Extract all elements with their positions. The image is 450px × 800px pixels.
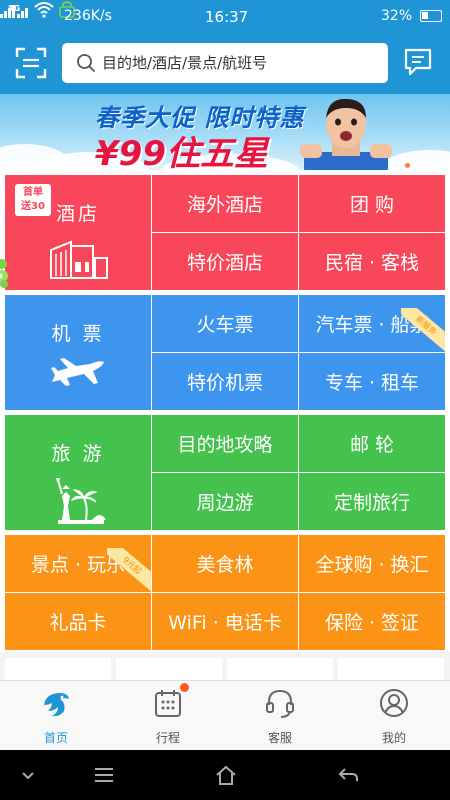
car-rental-tile[interactable]: 专车 · 租车 [299, 353, 445, 410]
calendar-icon [155, 690, 181, 717]
network-2g-label: 2G [8, 4, 21, 13]
menu-icon[interactable] [92, 764, 116, 786]
ctrip-home-screen: 4G 2G 236K/s 16:37 32% 目的地/酒店/景点/航班号 春季大… [0, 0, 450, 800]
homestay-tile[interactable]: 民宿 · 客栈 [299, 233, 445, 290]
destination-guide-label: 目的地攻略 [177, 434, 273, 456]
tab-service[interactable]: 客服 [224, 681, 336, 751]
overseas-hotel-tile[interactable]: 海外酒店 [152, 175, 298, 232]
secondary-shortcut-row [0, 652, 450, 680]
train-label: 火车票 [196, 314, 254, 336]
new-service-badge: 新服务 [401, 308, 445, 352]
custom-travel-tile[interactable]: 定制旅行 [299, 473, 445, 530]
global-shop-tile[interactable]: 全球购 · 换汇 [299, 535, 445, 592]
special-hotel-label: 特价酒店 [186, 252, 263, 274]
nearby-tour-tile[interactable]: 周边游 [152, 473, 298, 530]
gift-card-tile[interactable]: 礼品卡 [5, 593, 151, 650]
attractions-tile[interactable]: 景点 · 玩乐 9元起 [5, 535, 151, 592]
scan-icon[interactable] [14, 46, 48, 80]
train-tile[interactable]: 火车票 [152, 295, 298, 352]
notification-dot [180, 683, 189, 692]
special-flight-label: 特价机票 [186, 372, 263, 394]
special-hotel-tile[interactable]: 特价酒店 [152, 233, 298, 290]
wifi-card-tile[interactable]: WiFi · 电话卡 [152, 593, 298, 650]
search-icon [77, 54, 96, 73]
top-header [0, 32, 450, 94]
battery-percent: 32% [381, 8, 413, 24]
network-speed: 236K/s [64, 8, 112, 24]
wifi-card-label: WiFi · 电话卡 [168, 612, 282, 634]
car-rental-label: 专车 · 租车 [324, 372, 420, 394]
homestay-label: 民宿 · 客栈 [324, 252, 420, 274]
message-icon[interactable] [402, 46, 434, 78]
cruise-tile[interactable]: 邮 轮 [299, 415, 445, 472]
home-icon[interactable] [214, 764, 238, 786]
shortcut-cell[interactable] [5, 658, 111, 680]
flight-tile[interactable]: 机 票 [5, 295, 151, 410]
hotel-icon [50, 240, 108, 279]
shortcut-cell[interactable] [227, 658, 333, 680]
custom-travel-label: 定制旅行 [333, 492, 410, 514]
promo-banner[interactable]: 春季大促 限时特惠 ¥99住五星 [0, 94, 450, 170]
global-shop-label: 全球购 · 换汇 [315, 554, 429, 576]
service-grid: 首单 送30 酒店 海外酒店 团 购 特价酒店 民宿 · 客栈 机 票 火车票 … [0, 170, 450, 652]
group-buy-tile[interactable]: 团 购 [299, 175, 445, 232]
insurance-visa-label: 保险 · 签证 [324, 612, 420, 634]
flower-decoration-icon [0, 259, 8, 288]
tab-home-label: 首页 [43, 731, 68, 745]
food-tile[interactable]: 美食林 [152, 535, 298, 592]
banner-person-image [300, 98, 392, 170]
battery-icon [420, 10, 442, 22]
tab-home[interactable]: 首页 [0, 681, 112, 751]
search-input[interactable] [102, 49, 372, 77]
hotel-label: 酒店 [55, 203, 100, 225]
back-icon[interactable] [336, 764, 360, 786]
clock: 16:37 [205, 8, 249, 26]
bottom-tab-bar: 首页 行程 客服 我的 [0, 680, 450, 750]
from-9-yuan-badge: 9元起 [107, 548, 151, 592]
travel-label: 旅 游 [51, 443, 105, 465]
tab-trips-label: 行程 [155, 731, 180, 745]
banner-pager [395, 153, 445, 170]
hotel-tile[interactable]: 首单 送30 酒店 [5, 175, 151, 290]
wifi-icon [34, 2, 55, 18]
banner-price: ¥99住五星 [95, 134, 268, 170]
shortcut-cell[interactable] [116, 658, 222, 680]
headset-icon [266, 689, 294, 718]
group-buy-label: 团 购 [349, 194, 395, 216]
tab-service-label: 客服 [267, 731, 292, 745]
tab-mine[interactable]: 我的 [338, 681, 450, 751]
user-profile-icon [380, 689, 408, 717]
destination-guide-tile[interactable]: 目的地攻略 [152, 415, 298, 472]
collapse-chevron-icon[interactable] [16, 764, 40, 786]
bus-ship-tile[interactable]: 汽车票 · 船票 新服务 [299, 295, 445, 352]
home-dolphin-icon [44, 693, 69, 717]
flight-label: 机 票 [51, 323, 105, 345]
statue-of-liberty-icon [56, 478, 106, 524]
tab-mine-label: 我的 [381, 731, 406, 745]
first-order-badge: 首单 送30 [15, 184, 51, 216]
shortcut-cell[interactable] [338, 658, 444, 680]
nearby-tour-label: 周边游 [196, 492, 254, 514]
airplane-icon [51, 358, 104, 386]
status-bar: 4G 2G 236K/s 16:37 32% [0, 0, 450, 32]
search-box[interactable] [62, 43, 388, 83]
food-label: 美食林 [196, 554, 254, 576]
special-flight-tile[interactable]: 特价机票 [152, 353, 298, 410]
travel-tile[interactable]: 旅 游 [5, 415, 151, 530]
tab-trips[interactable]: 行程 [112, 681, 224, 751]
system-nav-bar [0, 750, 450, 800]
gift-card-label: 礼品卡 [49, 612, 107, 634]
insurance-visa-tile[interactable]: 保险 · 签证 [299, 593, 445, 650]
cruise-label: 邮 轮 [349, 434, 395, 456]
overseas-hotel-label: 海外酒店 [186, 194, 263, 216]
